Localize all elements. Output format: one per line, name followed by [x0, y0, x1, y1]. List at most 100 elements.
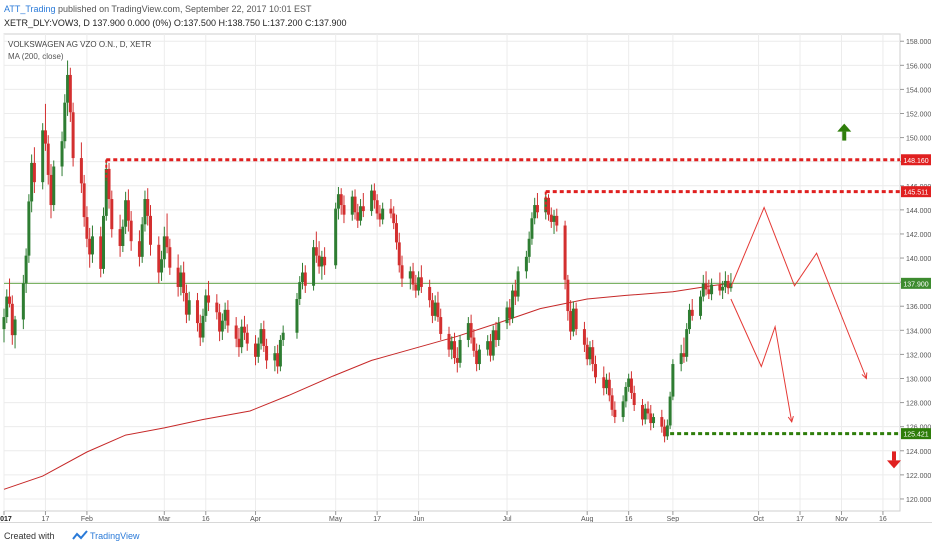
candle-body — [85, 217, 89, 239]
candle-body — [256, 343, 260, 357]
candle — [668, 391, 672, 430]
candle-body — [378, 213, 382, 220]
y-tick-label: 152.000 — [906, 112, 931, 119]
candle-body — [671, 364, 675, 397]
candle-body — [685, 329, 689, 357]
candle-body — [516, 271, 520, 297]
candle-body — [60, 141, 64, 167]
candle-body — [124, 200, 128, 227]
candle-body — [488, 341, 492, 356]
candle-body — [21, 283, 25, 320]
y-tick-label: 120.000 — [906, 497, 931, 504]
candle-body — [486, 341, 490, 350]
y-tick-label: 130.000 — [906, 377, 931, 384]
candle-body — [701, 283, 705, 297]
candle-body — [682, 353, 686, 357]
candle-body — [2, 317, 6, 330]
price-chart[interactable]: 120.000122.000124.000126.000128.000130.0… — [0, 0, 932, 522]
price-label-text: 125.421 — [903, 432, 928, 439]
price-label: 125.421 — [901, 428, 931, 440]
candle-body — [372, 190, 376, 201]
y-tick-label: 142.000 — [906, 232, 931, 239]
candle-body — [265, 345, 269, 361]
candle-body — [220, 320, 224, 332]
candle-body — [640, 405, 644, 420]
y-tick-label: 140.000 — [906, 256, 931, 263]
candle-body — [649, 413, 653, 424]
candle-body — [439, 317, 443, 334]
arrow-shaft — [892, 451, 896, 461]
candle-body — [511, 290, 515, 319]
candle-body — [32, 162, 36, 183]
price-label: 145.511 — [901, 186, 931, 198]
candle-body — [389, 208, 393, 214]
y-tick-label: 132.000 — [906, 352, 931, 359]
y-tick-label: 156.000 — [906, 63, 931, 70]
candle-body — [262, 329, 266, 346]
candle-body — [419, 277, 423, 287]
candle-body — [400, 265, 404, 279]
candle — [334, 202, 338, 269]
candle-body — [381, 208, 385, 220]
candle-body — [563, 225, 567, 280]
candle-body — [397, 242, 401, 266]
candle-body — [593, 364, 597, 378]
candle-body — [505, 307, 509, 324]
candle-body — [336, 194, 340, 209]
indicator-label: MA (200, close) — [8, 52, 64, 61]
candle-body — [320, 256, 324, 267]
price-label-text: 137.900 — [903, 281, 928, 288]
candle-body — [533, 205, 537, 219]
candle-body — [168, 247, 172, 268]
candle-body — [629, 378, 633, 393]
candle-body — [10, 303, 14, 336]
candle-body — [126, 200, 130, 221]
candle-body — [298, 282, 302, 299]
y-tick-label: 150.000 — [906, 136, 931, 143]
candle-body — [99, 236, 103, 269]
candle-body — [359, 206, 363, 221]
candle-body — [660, 417, 664, 427]
candle-body — [433, 302, 437, 316]
candle-body — [663, 426, 667, 437]
candle-body — [49, 174, 53, 206]
candle-body — [530, 218, 534, 239]
candle-body — [146, 199, 150, 216]
candle-body — [723, 280, 727, 287]
candle-body — [477, 349, 481, 365]
candle — [458, 335, 462, 368]
candle-body — [259, 329, 263, 344]
candle — [102, 207, 106, 274]
candle-body — [361, 206, 365, 212]
price-label-text: 148.160 — [903, 158, 928, 165]
candle-body — [726, 280, 730, 289]
candle — [278, 335, 282, 372]
candle-body — [46, 143, 50, 175]
tradingview-link[interactable]: TradingView — [90, 531, 140, 541]
candle-body — [392, 213, 396, 224]
candle-body — [102, 215, 106, 269]
candle-body — [165, 236, 169, 248]
y-tick-label: 128.000 — [906, 401, 931, 408]
candle-body — [632, 392, 636, 405]
candle-body — [605, 379, 609, 389]
candle — [516, 266, 520, 302]
candle-body — [544, 197, 548, 213]
price-axis-panel — [900, 34, 932, 511]
candle — [491, 325, 495, 361]
candle-body — [555, 215, 559, 226]
candle-body — [704, 283, 708, 290]
candle-body — [182, 272, 186, 293]
candle-body — [118, 229, 122, 246]
tradingview-logo-icon — [72, 530, 88, 540]
candle-body — [574, 308, 578, 330]
candle-body — [394, 223, 398, 243]
candle-body — [458, 339, 462, 363]
candle-body — [408, 271, 412, 279]
candle-body — [417, 277, 421, 291]
candle-body — [240, 326, 244, 348]
candle-body — [549, 214, 553, 222]
candle-body — [66, 74, 70, 103]
candle-body — [552, 215, 556, 222]
candle-body — [547, 197, 551, 215]
